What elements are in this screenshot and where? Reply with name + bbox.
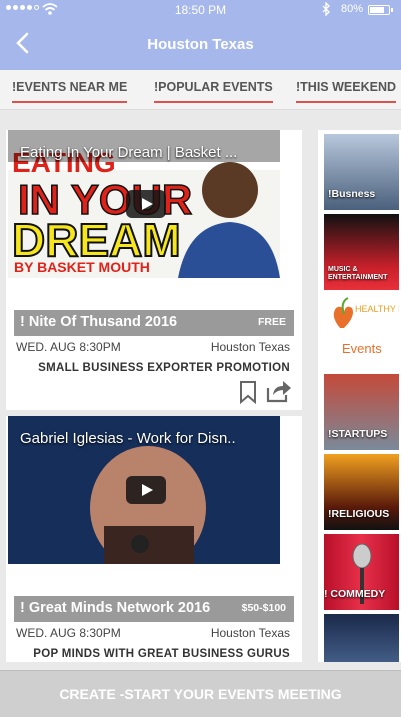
status-bar: 18:50 PM 80%: [0, 0, 401, 20]
event-date: WED. AUG 8:30PM: [16, 340, 121, 354]
tab-popular-events[interactable]: !POPULAR EVENTS: [154, 80, 273, 103]
tab-label: !THIS WEEKEND: [296, 80, 396, 94]
category-startups[interactable]: !STARTUPS: [324, 374, 399, 450]
bluetooth-icon: [322, 2, 330, 16]
share-icon[interactable]: [264, 378, 292, 404]
thumb-text-byline: BY BASKET MOUTH: [14, 259, 150, 275]
healthy-futures-logo-icon: HEALTHY FUTURES: [333, 297, 399, 328]
event-price: $50-$100: [241, 602, 286, 614]
category-business[interactable]: !Busness: [324, 134, 399, 210]
category-comedy[interactable]: ! COMMEDY: [324, 534, 399, 610]
category-religious[interactable]: !RELIGIOUS: [324, 454, 399, 530]
event-meta: WED. AUG 8:30PM Houston Texas: [14, 622, 294, 642]
category-music[interactable]: MUSIC & ENTERTAINMENT: [324, 214, 399, 290]
tab-underline: [154, 101, 273, 103]
event-date: WED. AUG 8:30PM: [16, 626, 121, 640]
category-label: !Busness: [328, 188, 376, 200]
event-price: FREE: [257, 316, 286, 328]
category-list: !Busness MUSIC & ENTERTAINMENT HEALTHY F…: [318, 130, 401, 662]
video-title: Eating In Your Dream | Basket ...: [20, 144, 238, 161]
event-name-banner: ! Great Minds Network 2016 $50-$100: [14, 596, 294, 622]
category-events[interactable]: HEALTHY FUTURES Events: [324, 294, 399, 370]
category-more[interactable]: [324, 614, 399, 662]
page-title: Houston Texas: [147, 36, 254, 53]
tab-events-near-me[interactable]: !EVENTS NEAR ME: [12, 80, 128, 103]
video-title: Gabriel Iglesias - Work for Disn..: [20, 430, 236, 447]
event-name: ! Nite Of Thusand 2016: [20, 314, 178, 330]
tab-label: !POPULAR EVENTS: [154, 80, 273, 94]
play-button-icon[interactable]: [126, 476, 166, 504]
event-card[interactable]: EATING IN YOUR DREAM BY BASKET MOUTH Eat…: [6, 130, 302, 410]
video-player[interactable]: Gabriel Iglesias - Work for Disn..: [8, 416, 280, 564]
event-actions: [6, 374, 302, 406]
battery-icon: [368, 5, 393, 15]
event-location: Houston Texas: [210, 626, 290, 640]
event-card[interactable]: Gabriel Iglesias - Work for Disn.. ! Gre…: [6, 416, 302, 662]
battery-percent: 80%: [341, 3, 364, 15]
event-feed: EATING IN YOUR DREAM BY BASKET MOUTH Eat…: [6, 130, 302, 662]
event-description: POP MINDS WITH GREAT BUSINESS GURUS: [33, 648, 290, 660]
create-event-button[interactable]: CREATE -START YOUR EVENTS MEETING: [0, 670, 401, 717]
video-player[interactable]: EATING IN YOUR DREAM BY BASKET MOUTH Eat…: [8, 130, 280, 278]
tab-underline: [296, 101, 396, 103]
event-description: SMALL BUSINESS EXPORTER PROMOTION: [38, 362, 290, 374]
category-label: MUSIC & ENTERTAINMENT: [328, 266, 388, 281]
logo-text: HEALTHY FUTURES: [355, 304, 399, 314]
play-button-icon[interactable]: [126, 190, 166, 218]
event-tabs: !EVENTS NEAR ME !POPULAR EVENTS !THIS WE…: [0, 70, 401, 110]
category-label: !STARTUPS: [328, 428, 388, 440]
tab-this-weekend[interactable]: !THIS WEEKEND: [296, 80, 396, 103]
event-name: ! Great Minds Network 2016: [20, 600, 211, 616]
category-label: !RELIGIOUS: [328, 508, 390, 520]
tab-underline: [12, 101, 128, 103]
category-label: Events: [342, 341, 382, 356]
category-label: ! COMMEDY: [324, 588, 386, 600]
app-header: 18:50 PM 80% Houston Texas: [0, 0, 401, 70]
event-name-banner: ! Nite Of Thusand 2016 FREE: [14, 310, 294, 336]
bookmark-icon[interactable]: [238, 380, 258, 404]
event-meta: WED. AUG 8:30PM Houston Texas: [14, 336, 294, 356]
tab-label: !EVENTS NEAR ME: [12, 80, 128, 94]
event-location: Houston Texas: [210, 340, 290, 354]
